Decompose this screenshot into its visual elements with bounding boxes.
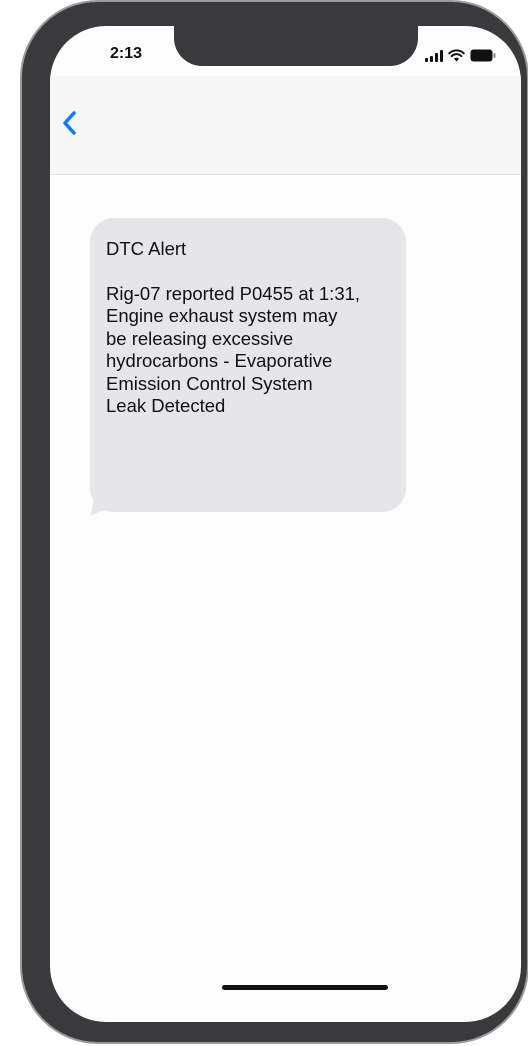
wifi-icon	[448, 49, 465, 62]
home-indicator[interactable]	[222, 985, 388, 990]
navigation-bar	[50, 76, 521, 175]
message-bubble[interactable]: DTC Alert Rig-07 reported P0455 at 1:31,…	[90, 218, 406, 512]
message-body: Rig-07 reported P0455 at 1:31, Engine ex…	[106, 282, 361, 417]
message-title: DTC Alert	[106, 238, 187, 259]
battery-icon	[470, 49, 497, 62]
phone-screen: 2:13 DTC Alert Rig-07 reported P0455 at …	[50, 26, 521, 1022]
back-button[interactable]	[56, 106, 86, 140]
phone-frame: 2:13 DTC Alert Rig-07 reported P0455 at …	[22, 2, 527, 1042]
signal-icon	[425, 50, 443, 62]
status-time: 2:13	[110, 45, 143, 62]
device-notch	[174, 26, 418, 66]
chevron-left-icon	[63, 111, 76, 135]
message-thread: DTC Alert Rig-07 reported P0455 at 1:31,…	[50, 175, 521, 955]
status-icons	[425, 46, 497, 62]
